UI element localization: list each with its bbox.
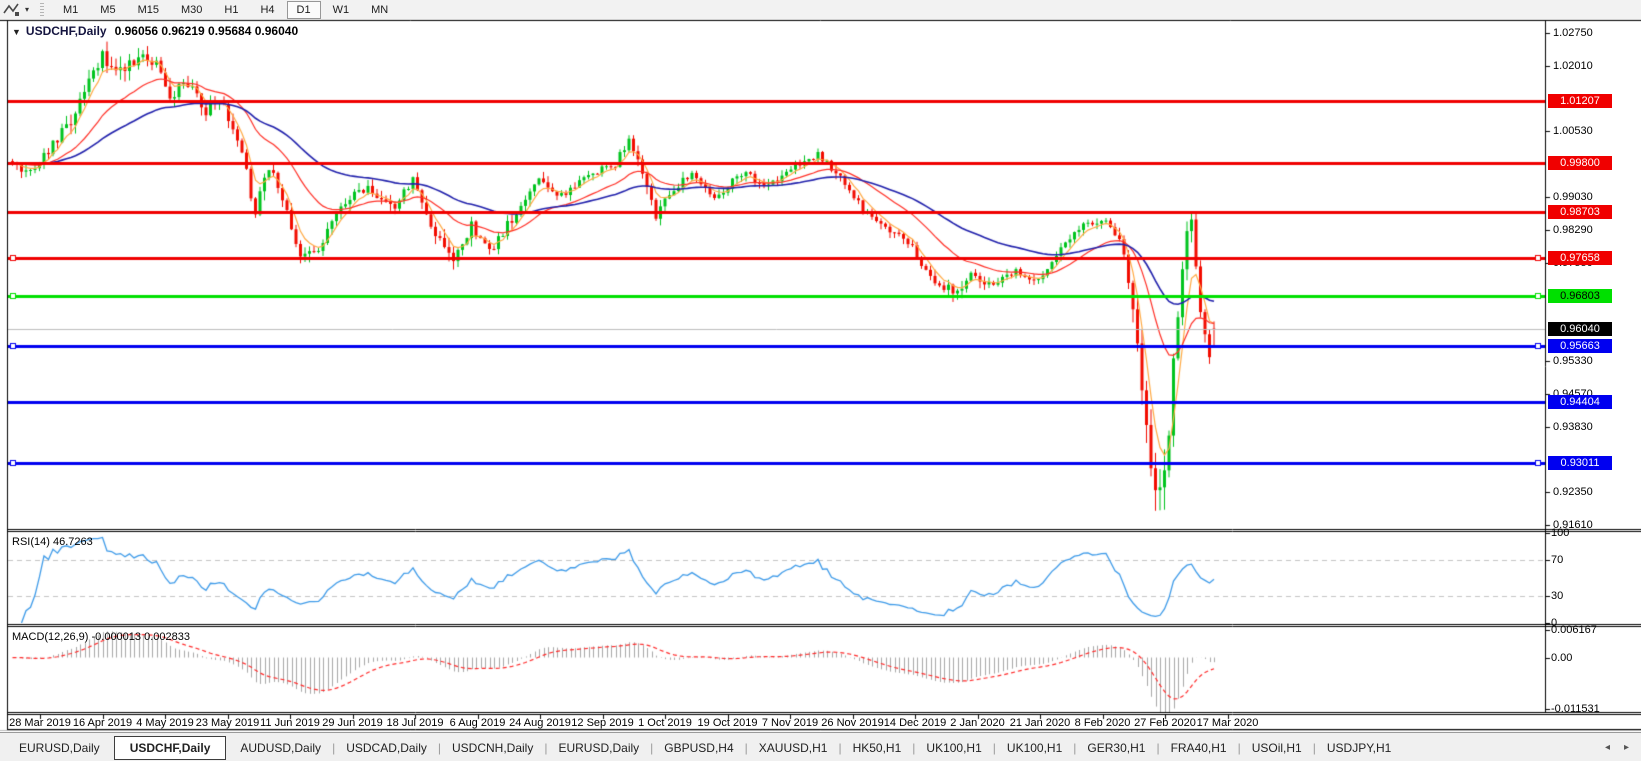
tab-gbpusd-h4-6[interactable]: GBPUSD,H4: [653, 737, 744, 759]
tab-eurusd-daily-0[interactable]: EURUSD,Daily: [8, 737, 111, 759]
chart-tab-bar: EURUSD,DailyUSDCHF,DailyAUDUSD,Daily|USD…: [0, 732, 1641, 761]
tab-usdcnh-daily-4[interactable]: USDCNH,Daily: [441, 737, 544, 759]
tab-uk100-h1-10[interactable]: UK100,H1: [996, 737, 1073, 759]
hline-price-label[interactable]: 0.96803: [1548, 289, 1612, 303]
timeframe-toolbar: ▾ M1M5M15M30H1H4D1W1MN: [0, 0, 1641, 20]
chart-tabs: EURUSD,DailyUSDCHF,DailyAUDUSD,Daily|USD…: [8, 736, 1402, 760]
chart-canvas[interactable]: [0, 0, 1641, 761]
timeframe-button-h4[interactable]: H4: [250, 1, 284, 19]
tab-uk100-h1-9[interactable]: UK100,H1: [915, 737, 992, 759]
chart-tool-icon[interactable]: [3, 2, 23, 17]
timeframe-button-m1[interactable]: M1: [53, 1, 88, 19]
tab-scroll-left-icon[interactable]: ◂: [1605, 742, 1610, 753]
timeframe-buttons: M1M5M15M30H1H4D1W1MN: [52, 1, 399, 19]
chevron-down-icon[interactable]: ▾: [25, 5, 29, 14]
tab-usdjpy-h1-14[interactable]: USDJPY,H1: [1316, 737, 1402, 759]
tab-ger30-h1-11[interactable]: GER30,H1: [1076, 737, 1156, 759]
hline-price-label[interactable]: 0.94404: [1548, 395, 1612, 409]
trading-platform-window: ▾ M1M5M15M30H1H4D1W1MN ▼USDCHF,Daily0.96…: [0, 0, 1641, 761]
hline-price-label[interactable]: 0.93011: [1548, 456, 1612, 470]
tab-usdchf-daily-1[interactable]: USDCHF,Daily: [114, 736, 227, 760]
hline-price-label[interactable]: 0.99800: [1548, 156, 1612, 170]
toolbar-gripper[interactable]: [40, 3, 44, 17]
tab-scroll-arrows: ◂ ▸: [1605, 742, 1629, 753]
timeframe-button-m15[interactable]: M15: [128, 1, 169, 19]
tab-hk50-h1-8[interactable]: HK50,H1: [842, 737, 913, 759]
tab-usoil-h1-13[interactable]: USOil,H1: [1241, 737, 1313, 759]
tab-usdcad-daily-3[interactable]: USDCAD,Daily: [335, 737, 438, 759]
timeframe-button-mn[interactable]: MN: [361, 1, 398, 19]
timeframe-button-m5[interactable]: M5: [90, 1, 125, 19]
hline-price-label[interactable]: 1.01207: [1548, 94, 1612, 108]
hline-price-label[interactable]: 0.98703: [1548, 205, 1612, 219]
tab-scroll-right-icon[interactable]: ▸: [1624, 742, 1629, 753]
tab-eurusd-daily-5[interactable]: EURUSD,Daily: [547, 737, 650, 759]
hline-price-label[interactable]: 0.97658: [1548, 251, 1612, 265]
timeframe-button-w1[interactable]: W1: [323, 1, 360, 19]
current-price-label: 0.96040: [1548, 322, 1612, 336]
timeframe-button-m30[interactable]: M30: [171, 1, 212, 19]
tab-audusd-daily-2[interactable]: AUDUSD,Daily: [229, 737, 332, 759]
tab-xauusd-h1-7[interactable]: XAUUSD,H1: [748, 737, 839, 759]
timeframe-button-h1[interactable]: H1: [214, 1, 248, 19]
timeframe-button-d1[interactable]: D1: [287, 1, 321, 19]
hline-price-label[interactable]: 0.95663: [1548, 339, 1612, 353]
tab-fra40-h1-12[interactable]: FRA40,H1: [1160, 737, 1238, 759]
